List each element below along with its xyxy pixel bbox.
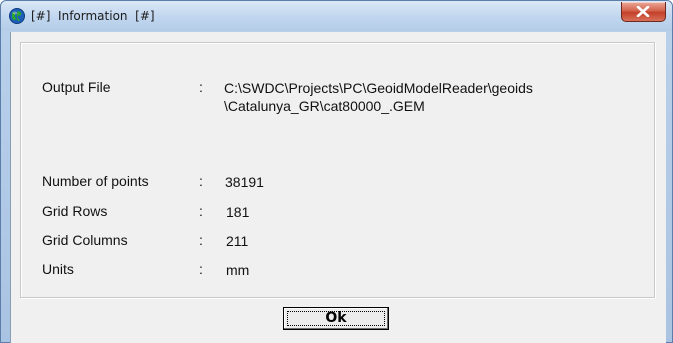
grid-rows-label: Grid Rows: [42, 203, 108, 219]
number-of-points-value: 38191: [225, 174, 264, 190]
dialog-client-area: Output File : C:\SWDC\Projects\PC\GeoidM…: [10, 32, 666, 343]
output-file-value-line1: C:\SWDC\Projects\PC\GeoidModelReader\geo…: [224, 80, 533, 96]
close-button[interactable]: [621, 2, 666, 22]
grid-columns-label: Grid Columns: [42, 232, 128, 248]
dialog-window: [#] Information [#] Output File : C:\SWD…: [0, 0, 673, 343]
units-label: Units: [42, 261, 74, 277]
window-title: [#] Information [#]: [31, 9, 155, 23]
grid-columns-separator: :: [199, 232, 203, 248]
grid-rows-separator: :: [199, 203, 203, 219]
output-file-separator: :: [199, 79, 203, 95]
number-of-points-label: Number of points: [42, 173, 149, 189]
close-icon: [636, 6, 650, 17]
units-separator: :: [199, 261, 203, 277]
units-value: mm: [226, 262, 250, 278]
title-bar[interactable]: [#] Information [#]: [1, 1, 672, 31]
number-of-points-separator: :: [199, 173, 203, 189]
info-groupbox: Output File : C:\SWDC\Projects\PC\GeoidM…: [20, 42, 655, 298]
globe-icon: [9, 8, 25, 24]
output-file-value: C:\SWDC\Projects\PC\GeoidModelReader\geo…: [224, 79, 533, 115]
grid-columns-value: 211: [226, 233, 249, 249]
output-file-label: Output File: [42, 79, 111, 95]
grid-rows-value: 181: [226, 204, 250, 220]
ok-button-label: Ok: [325, 310, 347, 326]
output-file-value-line2: \Catalunya_GR\cat80000_.GEM: [224, 98, 425, 114]
ok-button[interactable]: Ok: [283, 307, 389, 330]
